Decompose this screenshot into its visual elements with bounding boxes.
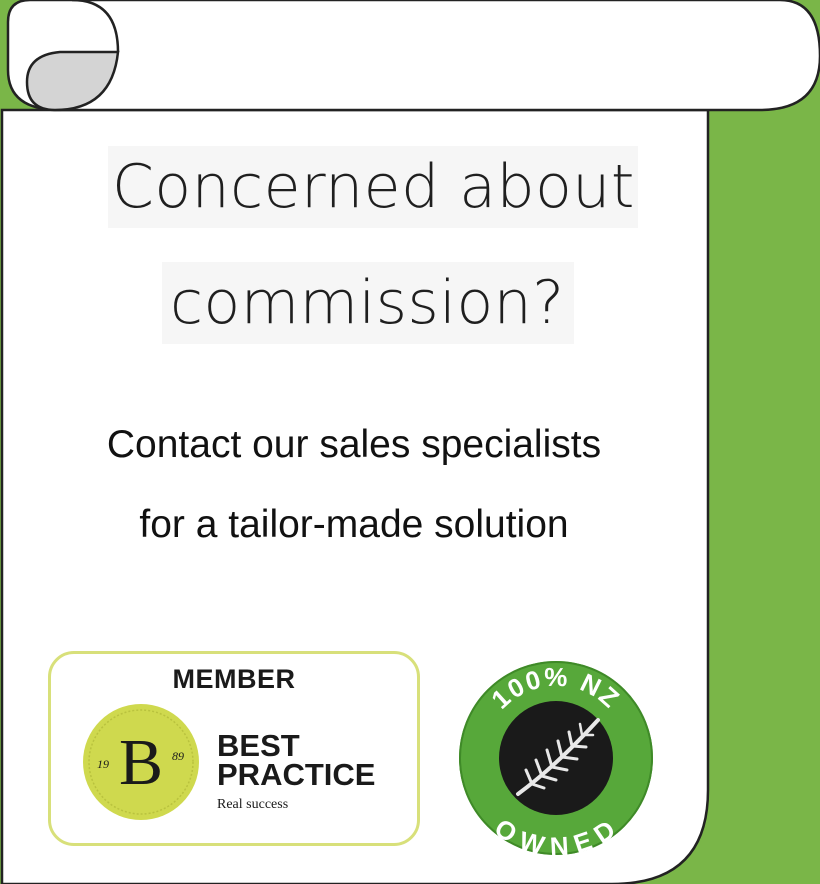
seal-letter: B [119, 726, 163, 799]
body-line1: Contact our sales specialists [106, 423, 602, 466]
best-practice-title-line1: BEST [217, 728, 300, 763]
promo-banner: Concerned about commission? Contact our … [0, 0, 820, 884]
nz-badge-center [499, 701, 613, 815]
best-practice-title: BEST PRACTICE [217, 728, 376, 792]
scroll-top-roll [6, 0, 820, 112]
headline-line1: Concerned about [112, 152, 635, 222]
best-practice-subtitle: Real success [217, 797, 289, 812]
headline-line2: commission? [170, 268, 565, 338]
seal-year-right: 89 [172, 749, 184, 763]
best-practice-badge: MEMBER B 19 89 BEST PRACTICE Real succes… [48, 651, 420, 846]
member-label: MEMBER [172, 664, 296, 694]
body-line2: for a tailor-made solution [139, 503, 569, 546]
nz-owned-badge: 100% NZ OWNED [459, 661, 653, 858]
best-practice-title-line2: PRACTICE [217, 757, 376, 792]
best-practice-seal-icon: B 19 89 [83, 704, 199, 820]
seal-year-left: 19 [97, 757, 109, 771]
